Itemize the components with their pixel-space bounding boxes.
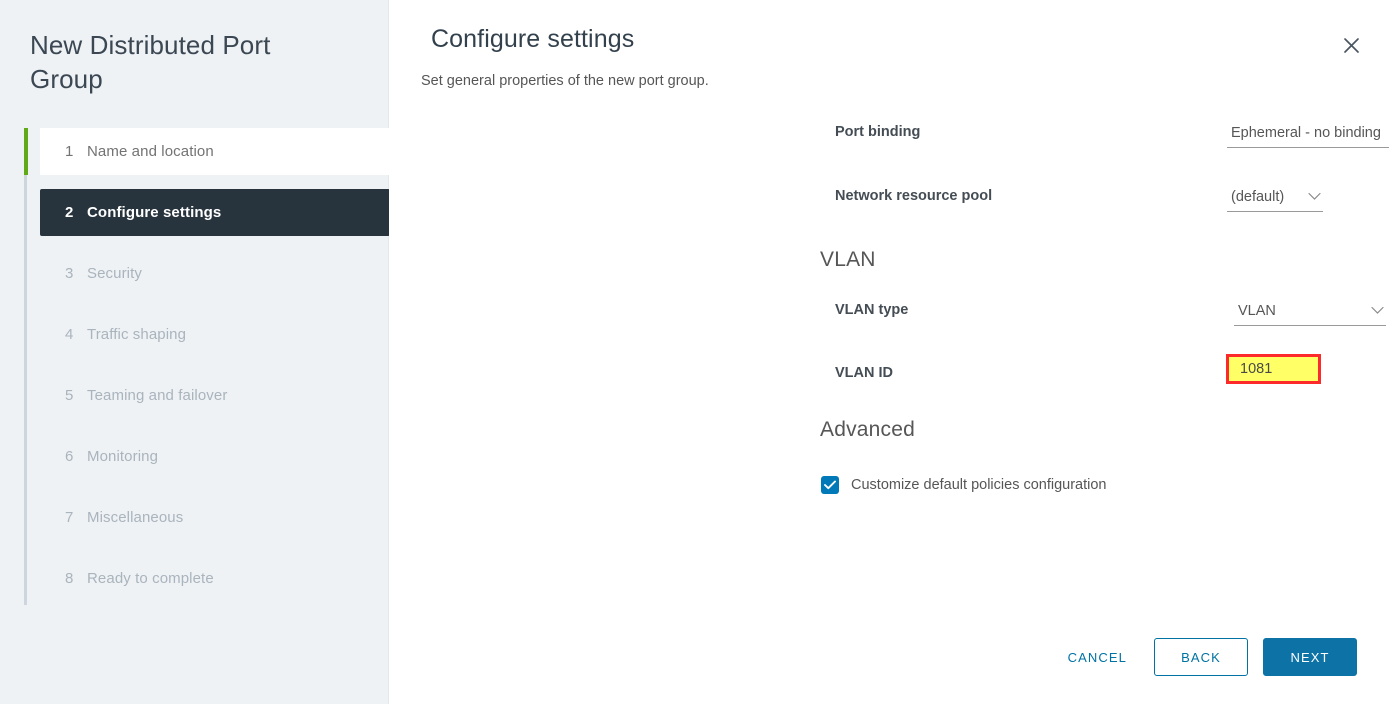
new-distributed-port-group-wizard: New Distributed Port Group 1 Name and lo… xyxy=(0,0,1389,704)
vlan-type-control: VLAN xyxy=(1234,298,1386,326)
sidebar-step-traffic-shaping[interactable]: 4 Traffic shaping xyxy=(40,311,390,358)
sidebar-step-ready-to-complete[interactable]: 8 Ready to complete xyxy=(40,555,390,602)
advanced-section-heading: Advanced xyxy=(820,418,916,441)
port-binding-value: Ephemeral - no binding xyxy=(1231,124,1381,141)
vlan-id-input[interactable]: 1081 xyxy=(1226,354,1321,384)
chevron-down-icon xyxy=(1308,189,1321,205)
step-label: Teaming and failover xyxy=(87,387,228,404)
configure-settings-form: Port binding Ephemeral - no binding Netw… xyxy=(389,110,1389,494)
network-resource-pool-control: (default) xyxy=(1227,184,1323,212)
port-binding-select[interactable]: Ephemeral - no binding xyxy=(1227,120,1389,148)
step-label: Monitoring xyxy=(87,448,159,465)
wizard-sidebar: New Distributed Port Group 1 Name and lo… xyxy=(0,0,390,704)
step-label: Configure settings xyxy=(87,204,222,221)
vlan-type-label: VLAN type xyxy=(835,302,909,318)
chevron-down-icon xyxy=(1371,303,1384,319)
customize-default-policies-label: Customize default policies configuration xyxy=(851,477,1107,493)
sidebar-step-teaming-and-failover[interactable]: 5 Teaming and failover xyxy=(40,372,390,419)
cancel-button[interactable]: CANCEL xyxy=(1049,638,1146,676)
form-row-network-resource-pool: Network resource pool (default) xyxy=(389,174,1389,238)
wizard-footer: CANCEL BACK NEXT xyxy=(1049,638,1357,676)
network-resource-pool-select[interactable]: (default) xyxy=(1227,184,1323,212)
step-number: 6 xyxy=(65,448,74,465)
port-binding-control: Ephemeral - no binding xyxy=(1227,120,1389,148)
step-label: Miscellaneous xyxy=(87,509,184,526)
page-subtitle: Set general properties of the new port g… xyxy=(421,73,709,89)
step-number: 5 xyxy=(65,387,74,404)
sidebar-step-miscellaneous[interactable]: 7 Miscellaneous xyxy=(40,494,390,541)
wizard-main-panel: Configure settings Set general propertie… xyxy=(389,0,1389,704)
step-number: 8 xyxy=(65,570,74,587)
network-resource-pool-value: (default) xyxy=(1231,188,1285,205)
vlan-id-label: VLAN ID xyxy=(835,365,893,381)
step-progress-rail-completed xyxy=(24,128,28,175)
step-label: Traffic shaping xyxy=(87,326,187,343)
sidebar-step-monitoring[interactable]: 6 Monitoring xyxy=(40,433,390,480)
vlan-type-value: VLAN xyxy=(1238,302,1276,319)
step-progress-rail-remaining xyxy=(24,175,27,605)
step-label: Security xyxy=(87,265,142,282)
wizard-title: New Distributed Port Group xyxy=(30,30,271,94)
vlan-type-select[interactable]: VLAN xyxy=(1234,298,1386,326)
check-icon xyxy=(821,476,839,494)
sidebar-step-security[interactable]: 3 Security xyxy=(40,250,390,297)
network-resource-pool-label: Network resource pool xyxy=(835,188,993,204)
page-title: Configure settings xyxy=(431,25,635,53)
form-row-vlan-type: VLAN type VLAN xyxy=(389,288,1389,352)
step-number: 1 xyxy=(65,143,74,160)
back-button[interactable]: BACK xyxy=(1154,638,1248,676)
step-label: Name and location xyxy=(87,143,214,160)
next-button[interactable]: NEXT xyxy=(1263,638,1357,676)
step-number: 7 xyxy=(65,509,74,526)
vlan-section-heading: VLAN xyxy=(820,248,876,271)
form-row-port-binding: Port binding Ephemeral - no binding xyxy=(389,110,1389,174)
port-binding-label: Port binding xyxy=(835,124,921,140)
wizard-step-list: 1 Name and location 2 Configure settings… xyxy=(24,128,390,605)
customize-default-policies-checkbox[interactable]: Customize default policies configuration xyxy=(821,476,1107,494)
step-number: 3 xyxy=(65,265,74,282)
step-label: Ready to complete xyxy=(87,570,214,587)
sidebar-step-name-and-location[interactable]: 1 Name and location xyxy=(40,128,390,175)
step-number: 2 xyxy=(65,204,74,221)
sidebar-step-configure-settings[interactable]: 2 Configure settings xyxy=(40,189,390,236)
step-number: 4 xyxy=(65,326,74,343)
close-icon[interactable] xyxy=(1334,28,1368,62)
